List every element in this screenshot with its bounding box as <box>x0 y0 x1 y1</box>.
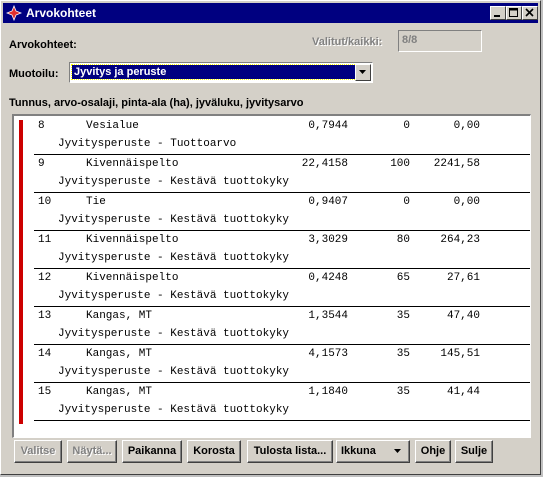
window: Arvokohteet Arvokohteet: Valitut/kaikki:… <box>0 0 541 475</box>
list-item[interactable]: 14 Kangas, MT 4,1573 35 145,51 Jyvitysperuste… <box>34 344 530 383</box>
format-select[interactable]: Jyvitys ja peruste <box>69 62 373 83</box>
row-type: Kivennäispelto <box>86 272 179 284</box>
row-jyvitysarvo: 27,61 <box>446 272 480 284</box>
row-jyvaluku: 35 <box>396 386 410 398</box>
title-bar[interactable]: Arvokohteet <box>3 3 538 23</box>
ikkuna-label: Ikkuna <box>341 445 376 457</box>
arvokohteet-label: Arvokohteet: <box>9 39 77 51</box>
list-item[interactable]: 12 Kivennäispelto 0,4248 65 27,61 Jyvitysperu… <box>34 268 530 307</box>
list-item[interactable]: 10 Tie 0,9407 0 0,00 Jyvitysperuste - Kestävä… <box>34 192 530 231</box>
selected-count-field: 8/8 <box>398 30 482 52</box>
row-basis: Jyvitysperuste - Kestävä tuottokyky <box>58 366 290 378</box>
row-id: 15 <box>38 386 52 398</box>
ohje-button[interactable]: Ohje <box>415 440 451 463</box>
app-icon <box>5 4 23 22</box>
format-select-value: Jyvitys ja peruste <box>71 64 357 80</box>
tulosta-button[interactable]: Tulosta lista... <box>247 440 333 463</box>
row-jyvitysarvo: 0,00 <box>453 196 480 208</box>
row-id: 10 <box>38 196 52 208</box>
chevron-down-icon[interactable] <box>355 64 371 81</box>
row-id: 12 <box>38 272 52 284</box>
list-item[interactable]: 13 Kangas, MT 1,3544 35 47,40 Jyvitysperuste … <box>34 306 530 345</box>
row-area: 3,3029 <box>308 234 348 246</box>
list-item[interactable]: 8 Vesialue 0,7944 0 0,00 Jyvitysperuste - Tuo… <box>34 116 530 155</box>
row-id: 8 <box>38 120 45 132</box>
row-basis: Jyvitysperuste - Kestävä tuottokyky <box>58 290 290 302</box>
row-jyvitysarvo: 41,44 <box>446 386 480 398</box>
row-basis: Jyvitysperuste - Kestävä tuottokyky <box>58 252 290 264</box>
row-basis: Jyvitysperuste - Kestävä tuottokyky <box>58 176 290 188</box>
row-basis: Jyvitysperuste - Kestävä tuottokyky <box>58 214 290 226</box>
row-id: 14 <box>38 348 52 360</box>
columns-caption: Tunnus, arvo-osalaji, pinta-ala (ha), jy… <box>9 97 304 109</box>
row-type: Kivennäispelto <box>86 158 179 170</box>
marker-bar <box>19 120 23 424</box>
row-id: 9 <box>38 158 45 170</box>
row-type: Kangas, MT <box>86 348 153 360</box>
selected-count-label: Valitut/kaikki: <box>312 36 383 48</box>
row-basis: Jyvitysperuste - Kestävä tuottokyky <box>58 328 290 340</box>
row-basis: Jyvitysperuste - Tuottoarvo <box>58 138 237 150</box>
row-area: 22,4158 <box>301 158 348 170</box>
row-type: Tie <box>86 196 106 208</box>
row-id: 11 <box>38 234 52 246</box>
row-jyvitysarvo: 264,23 <box>440 234 480 246</box>
row-basis: Jyvitysperuste - Kestävä tuottokyky <box>58 404 290 416</box>
list-item[interactable]: 11 Kivennäispelto 3,3029 80 264,23 Jyvitysper… <box>34 230 530 269</box>
row-jyvaluku: 80 <box>396 234 410 246</box>
row-jyvaluku: 65 <box>396 272 410 284</box>
window-title: Arvokohteet <box>26 6 97 20</box>
valitse-button[interactable]: Valitse <box>14 440 62 463</box>
list-item[interactable]: 9 Kivennäispelto 22,4158 100 2241,58 Jyvitysp… <box>34 154 530 193</box>
row-jyvaluku: 0 <box>403 120 410 132</box>
row-jyvaluku: 100 <box>390 158 410 170</box>
row-jyvitysarvo: 2241,58 <box>433 158 480 170</box>
row-type: Vesialue <box>86 120 139 132</box>
chevron-down-icon <box>394 449 401 453</box>
row-area: 1,1840 <box>308 386 348 398</box>
korosta-button[interactable]: Korosta <box>187 440 241 463</box>
format-label: Muotoilu: <box>9 68 59 80</box>
row-area: 0,4248 <box>308 272 348 284</box>
row-jyvaluku: 35 <box>396 310 410 322</box>
row-area: 0,7944 <box>308 120 348 132</box>
close-button[interactable] <box>522 6 538 20</box>
nayta-button[interactable]: Näytä... <box>67 440 117 463</box>
row-type: Kivennäispelto <box>86 234 179 246</box>
row-area: 4,1573 <box>308 348 348 360</box>
sulje-button[interactable]: Sulje <box>455 440 493 463</box>
row-jyvaluku: 35 <box>396 348 410 360</box>
row-area: 1,3544 <box>308 310 348 322</box>
row-id: 13 <box>38 310 52 322</box>
maximize-button[interactable] <box>506 6 522 20</box>
list-item[interactable]: 15 Kangas, MT 1,1840 35 41,44 Jyvitysperuste … <box>34 382 530 421</box>
row-jyvitysarvo: 0,00 <box>453 120 480 132</box>
minimize-button[interactable] <box>490 6 506 20</box>
ikkuna-button[interactable]: Ikkuna <box>336 440 410 463</box>
row-type: Kangas, MT <box>86 386 153 398</box>
row-jyvitysarvo: 145,51 <box>440 348 480 360</box>
value-list[interactable]: 8 Vesialue 0,7944 0 0,00 Jyvitysperuste - Tuo… <box>12 114 531 438</box>
row-jyvitysarvo: 47,40 <box>446 310 480 322</box>
row-jyvaluku: 0 <box>403 196 410 208</box>
paikanna-button[interactable]: Paikanna <box>122 440 182 463</box>
row-area: 0,9407 <box>308 196 348 208</box>
row-type: Kangas, MT <box>86 310 153 322</box>
